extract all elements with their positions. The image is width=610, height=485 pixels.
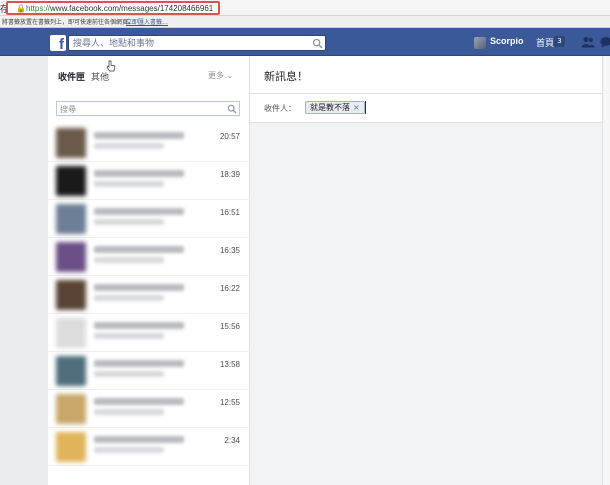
recipient-input[interactable]: [368, 101, 588, 114]
bookmarks-hint: 將書籤放置在書籤列上，即可快速前往各個網頁。: [2, 19, 135, 26]
conversation-time: 16:51: [219, 208, 240, 217]
url-scheme: https://: [26, 4, 51, 13]
compose-title: 新訊息！: [264, 70, 308, 83]
inbox-tabs: 收件匣 其他 更多 ⌄: [48, 56, 250, 94]
conversation-time: 2:34: [224, 436, 240, 445]
recipient-name: 就是教不落: [310, 103, 350, 112]
remove-recipient-icon[interactable]: ×: [353, 103, 360, 112]
conversation-row[interactable]: 2:34: [48, 428, 250, 466]
url-path: www.facebook.com/messages/174208466961: [50, 4, 214, 13]
conversation-row[interactable]: 12:55: [48, 390, 250, 428]
conversation-row[interactable]: 15:56: [48, 314, 250, 352]
conversation-time: 18:39: [219, 170, 240, 179]
conversation-avatar: [56, 204, 86, 234]
more-dropdown[interactable]: 更多 ⌄: [208, 70, 233, 81]
conversation-name-blurred: [94, 360, 184, 367]
search-icon[interactable]: [227, 104, 237, 114]
text-caret: [365, 101, 366, 114]
facebook-logo[interactable]: f: [50, 35, 66, 51]
conversation-name-blurred: [94, 322, 184, 329]
conversation-snippet-blurred: [94, 181, 164, 187]
search-icon[interactable]: [312, 38, 323, 49]
conversation-avatar: [56, 280, 86, 310]
conversation-avatar: [56, 356, 86, 386]
inbox-panel: 收件匣 其他 更多 ⌄ 20:57 18:39 16:51 16:35 16:22 15:…: [48, 56, 250, 485]
conversation-snippet-blurred: [94, 257, 164, 263]
conversation-row[interactable]: 16:51: [48, 200, 250, 238]
conversation-time: 13:58: [219, 360, 240, 369]
home-count-badge: 3: [554, 36, 565, 47]
lock-icon: 🔒: [16, 4, 26, 13]
conversation-time: 12:55: [219, 398, 240, 407]
conversation-avatar: [56, 166, 86, 196]
recipient-row: 收件人： 就是教不落 ×: [250, 94, 602, 123]
conversation-row[interactable]: 16:22: [48, 276, 250, 314]
conversation-avatar: [56, 394, 86, 424]
tab-inbox[interactable]: 收件匣: [58, 70, 85, 83]
compose-panel: 新訊息！ 收件人： 就是教不落 ×: [250, 56, 602, 485]
conversation-name-blurred: [94, 208, 184, 215]
conversation-name-blurred: [94, 246, 184, 253]
conversation-row[interactable]: 13:58: [48, 352, 250, 390]
conversation-time: 20:57: [219, 132, 240, 141]
import-bookmarks-link[interactable]: 立即匯入書籤…: [126, 17, 168, 26]
bookmarks-bar: 將書籤放置在書籤列上，即可快速前往各個網頁。 立即匯入書籤…: [0, 16, 610, 28]
profile-name-link[interactable]: Scorpio: [490, 36, 524, 46]
compose-header: 新訊息！: [250, 56, 602, 94]
conversation-name-blurred: [94, 132, 184, 139]
conversation-row[interactable]: 20:57: [48, 124, 250, 162]
conversation-row[interactable]: 18:39: [48, 162, 250, 200]
global-search-input[interactable]: [73, 37, 309, 50]
recipient-label: 收件人：: [264, 104, 296, 113]
conversation-row[interactable]: 16:35: [48, 238, 250, 276]
conversation-name-blurred: [94, 436, 184, 443]
conversation-snippet-blurred: [94, 447, 164, 453]
conversation-avatar: [56, 318, 86, 348]
conversation-snippet-blurred: [94, 333, 164, 339]
inbox-search-input[interactable]: [60, 103, 224, 115]
user-avatar[interactable]: [474, 37, 486, 49]
conversation-avatar: [56, 432, 86, 462]
conversation-name-blurred: [94, 170, 184, 177]
chat-sidebar-edge: [602, 56, 610, 485]
hand-cursor-icon: [106, 60, 116, 72]
conversation-snippet-blurred: [94, 371, 164, 377]
address-field[interactable]: 🔒 https://www.facebook.com/messages/1742…: [6, 1, 220, 15]
inbox-search[interactable]: [56, 101, 240, 116]
conversation-time: 16:35: [219, 246, 240, 255]
conversation-snippet-blurred: [94, 295, 164, 301]
conversation-avatar: [56, 128, 86, 158]
conversation-time: 15:56: [219, 322, 240, 331]
conversation-time: 16:22: [219, 284, 240, 293]
friend-requests-icon[interactable]: [581, 36, 595, 48]
conversation-snippet-blurred: [94, 143, 164, 149]
global-search[interactable]: [68, 35, 326, 51]
conversation-name-blurred: [94, 284, 184, 291]
address-text[interactable]: https://www.facebook.com/messages/174208…: [26, 4, 213, 13]
facebook-header: f Scorpio 首頁 3: [0, 28, 610, 56]
recipient-token[interactable]: 就是教不落 ×: [305, 101, 365, 114]
conversation-name-blurred: [94, 398, 184, 405]
browser-url-bar: 存 🔒 https://www.facebook.com/messages/17…: [0, 0, 610, 16]
home-link[interactable]: 首頁: [536, 36, 554, 49]
conversation-snippet-blurred: [94, 409, 164, 415]
conversation-avatar: [56, 242, 86, 272]
messages-icon[interactable]: [600, 36, 610, 48]
conversation-snippet-blurred: [94, 219, 164, 225]
